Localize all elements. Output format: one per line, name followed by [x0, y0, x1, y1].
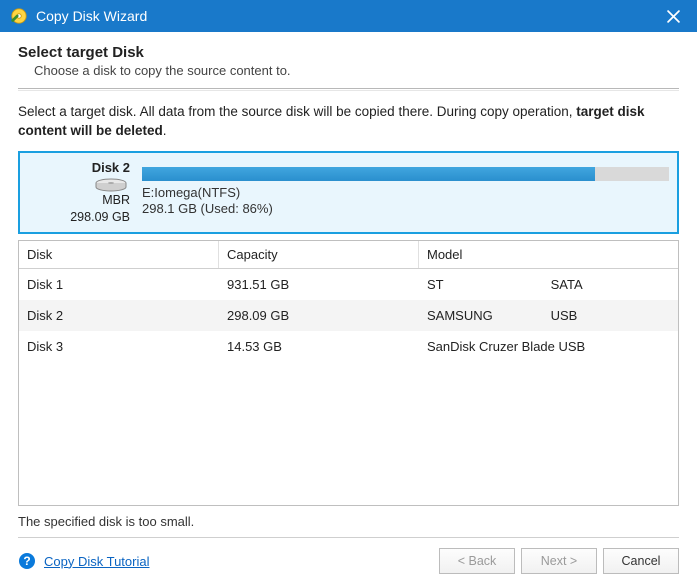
title-bar: Copy Disk Wizard: [0, 0, 697, 32]
table-row[interactable]: Disk 1 931.51 GB ST SATA: [19, 269, 678, 300]
cell-capacity: 931.51 GB: [219, 269, 419, 300]
disk-icon: [28, 178, 130, 192]
app-icon: [10, 7, 28, 25]
disk-table: Disk Capacity Model Disk 1 931.51 GB ST …: [18, 240, 679, 506]
help-area: ? Copy Disk Tutorial: [18, 552, 149, 570]
usage-bar: [142, 167, 669, 181]
status-message: The specified disk is too small.: [18, 514, 679, 529]
selected-disk-scheme: MBR: [28, 192, 130, 209]
instruction-prefix: Select a target disk. All data from the …: [18, 104, 576, 119]
divider: [18, 537, 679, 538]
tutorial-link[interactable]: Copy Disk Tutorial: [44, 554, 149, 569]
cell-model: SAMSUNG USB: [419, 300, 678, 331]
cancel-button[interactable]: Cancel: [603, 548, 679, 574]
selected-disk-name: Disk 2: [28, 159, 130, 177]
instruction-text: Select a target disk. All data from the …: [18, 103, 679, 141]
partition-usage: 298.1 GB (Used: 86%): [142, 201, 669, 218]
page-heading: Select target Disk: [18, 44, 679, 61]
cell-disk: Disk 1: [19, 269, 219, 300]
cell-disk: Disk 3: [19, 331, 219, 362]
cell-model: SanDisk Cruzer Blade USB: [419, 331, 678, 362]
table-row[interactable]: Disk 2 298.09 GB SAMSUNG USB: [19, 300, 678, 331]
selected-disk-info: Disk 2 MBR 298.09 GB: [28, 159, 136, 226]
cell-capacity: 298.09 GB: [219, 300, 419, 331]
table-header: Disk Capacity Model: [19, 241, 678, 269]
cell-capacity: 14.53 GB: [219, 331, 419, 362]
col-header-capacity[interactable]: Capacity: [219, 241, 419, 268]
close-icon: [667, 10, 680, 23]
table-body: Disk 1 931.51 GB ST SATA Disk 2 298.09 G…: [19, 269, 678, 505]
next-button: Next >: [521, 548, 597, 574]
divider: [18, 88, 679, 91]
col-header-model[interactable]: Model: [419, 241, 678, 268]
selected-disk-preview: Disk 2 MBR 298.09 GB E:Iomega(NTFS) 298.…: [18, 151, 679, 234]
cell-disk: Disk 2: [19, 300, 219, 331]
help-icon: ?: [18, 552, 36, 570]
page-subheading: Choose a disk to copy the source content…: [34, 63, 679, 78]
back-button: < Back: [439, 548, 515, 574]
partition-label: E:Iomega(NTFS): [142, 185, 669, 202]
footer: ? Copy Disk Tutorial < Back Next > Cance…: [0, 548, 697, 588]
col-header-disk[interactable]: Disk: [19, 241, 219, 268]
cell-model: ST SATA: [419, 269, 678, 300]
window-title: Copy Disk Wizard: [36, 8, 657, 24]
table-row[interactable]: Disk 3 14.53 GB SanDisk Cruzer Blade USB: [19, 331, 678, 362]
close-button[interactable]: [657, 0, 689, 32]
instruction-suffix: .: [163, 123, 167, 138]
svg-text:?: ?: [23, 554, 30, 568]
selected-disk-capacity: 298.09 GB: [28, 209, 130, 226]
usage-bar-fill: [142, 167, 595, 181]
